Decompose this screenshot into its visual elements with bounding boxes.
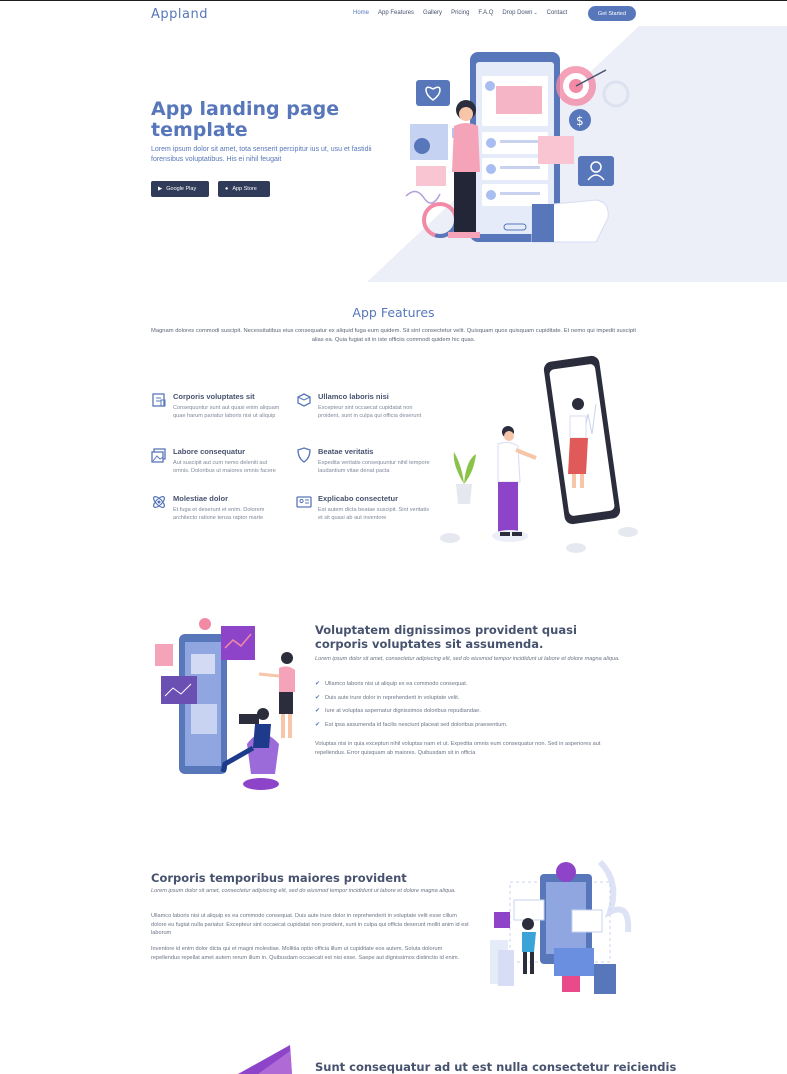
feature-description: Aut suscipit aut cum nemo deleniti aut o… bbox=[173, 460, 276, 475]
images-icon bbox=[151, 448, 166, 463]
features-description: Magnam dolores commodi suscipit. Necessi… bbox=[151, 328, 636, 343]
feature-title: Labore consequatur bbox=[173, 447, 246, 456]
details-illustration-1 bbox=[155, 618, 295, 790]
nav-app-features[interactable]: App Features bbox=[378, 10, 414, 16]
check-icon: ✔ bbox=[315, 681, 321, 687]
feature-description: Consequuntur sunt aut quasi enim aliquam… bbox=[173, 405, 280, 420]
details-2-title: Corporis temporibus maiores provident bbox=[151, 871, 407, 885]
feature-title: Explicabo consectetur bbox=[318, 494, 399, 503]
logo[interactable]: Appland bbox=[151, 7, 208, 22]
play-icon: ▶ bbox=[158, 186, 163, 192]
details-1-text: Voluptas nisi in quia excepturi nihil vo… bbox=[315, 741, 601, 756]
nav-dropdown[interactable]: Drop Down⌄ bbox=[502, 10, 537, 16]
get-started-button[interactable]: Get Started bbox=[588, 6, 636, 21]
site-header: Appland Home App Features Gallery Pricin… bbox=[0, 0, 787, 26]
app-store-button[interactable]: ● App Store bbox=[218, 181, 270, 197]
list-item-text: Est ipsa assumenda id facilis nesciunt p… bbox=[325, 721, 508, 728]
svg-text:$: $ bbox=[576, 114, 584, 128]
details-illustration-3 bbox=[238, 1045, 292, 1074]
details-illustration-2 bbox=[490, 859, 632, 994]
check-icon: ✔ bbox=[315, 721, 321, 728]
nav-faq[interactable]: F.A.Q bbox=[478, 10, 493, 16]
cube-icon bbox=[297, 393, 311, 407]
details-2-text-1: Ullamco laboris nisi ut aliquip ex ea co… bbox=[151, 913, 469, 936]
list-item: ✔ Ullamco laboris nisi ut aliquip ex ea c… bbox=[315, 680, 635, 688]
list-item-text: Duis aute irure dolor in reprehenderit i… bbox=[325, 694, 460, 701]
feature-title: Corporis voluptates sit bbox=[173, 392, 255, 401]
feature-description: Est autem dicta beatae suscipit. Sint ve… bbox=[318, 507, 429, 522]
receipt-icon bbox=[152, 393, 166, 407]
details-3-title: Sunt consequatur ad ut est nulla consect… bbox=[315, 1060, 677, 1074]
list-item-text: Iure at voluptas aspernatur dignissimos … bbox=[325, 708, 481, 714]
atom-icon bbox=[153, 496, 165, 508]
main-nav: Home App Features Gallery Pricing F.A.Q … bbox=[353, 10, 576, 16]
list-item: ✔ Est ipsa assumenda id facilis nesciunt … bbox=[315, 721, 635, 729]
google-play-button[interactable]: ▶ Google Play bbox=[151, 181, 209, 197]
nav-contact[interactable]: Contact bbox=[547, 10, 568, 16]
hero-subtitle: Lorem ipsum dolor sit amet, tota senseri… bbox=[151, 146, 372, 163]
feature-description: Expedita veritatis consequuntur nihil te… bbox=[318, 460, 430, 475]
features-illustration bbox=[440, 355, 638, 553]
details-2-text-2: Inventore id enim dolor dicta qui et mag… bbox=[151, 946, 460, 961]
google-play-label: Google Play bbox=[166, 186, 197, 192]
nav-gallery[interactable]: Gallery bbox=[423, 10, 442, 16]
details-1-italic: Lorem ipsum dolor sit amet, consectetur … bbox=[315, 656, 620, 662]
apple-icon: ● bbox=[225, 186, 229, 192]
id-card-icon bbox=[296, 496, 312, 508]
feature-description: Et fuga et deserunt et enim. Dolorem arc… bbox=[173, 507, 265, 522]
chevron-down-icon: ⌄ bbox=[533, 10, 538, 16]
details-2-italic: Lorem ipsum dolor sit amet, consectetur … bbox=[151, 888, 456, 894]
feature-title: Molestiae dolor bbox=[173, 494, 229, 503]
check-icon: ✔ bbox=[315, 708, 321, 714]
list-item: ✔ Duis aute irure dolor in reprehenderit … bbox=[315, 694, 635, 702]
feature-title: Beatae veritatis bbox=[318, 447, 374, 456]
details-1-title: Voluptatem dignissimos provident quasi c… bbox=[315, 623, 577, 651]
check-icon: ✔ bbox=[315, 694, 321, 701]
details-1-list: ✔ Ullamco laboris nisi ut aliquip ex ea c… bbox=[315, 680, 635, 734]
app-store-label: App Store bbox=[232, 186, 257, 192]
features-title: App Features bbox=[352, 305, 435, 320]
nav-home[interactable]: Home bbox=[353, 10, 369, 16]
list-item: ✔ Iure at voluptas aspernatur dignissimos… bbox=[315, 707, 635, 715]
shield-icon bbox=[297, 447, 311, 463]
hero-title: App landing page template bbox=[151, 98, 340, 141]
nav-pricing[interactable]: Pricing bbox=[451, 10, 469, 16]
list-item-text: Ullamco laboris nisi ut aliquip ex ea co… bbox=[325, 681, 468, 687]
hero-illustration: $ bbox=[405, 52, 630, 243]
nav-dropdown-label: Drop Down bbox=[502, 10, 533, 16]
feature-title: Ullamco laboris nisi bbox=[318, 392, 389, 401]
feature-description: Excepteur sint occaecat cupidatat non pr… bbox=[318, 405, 422, 420]
